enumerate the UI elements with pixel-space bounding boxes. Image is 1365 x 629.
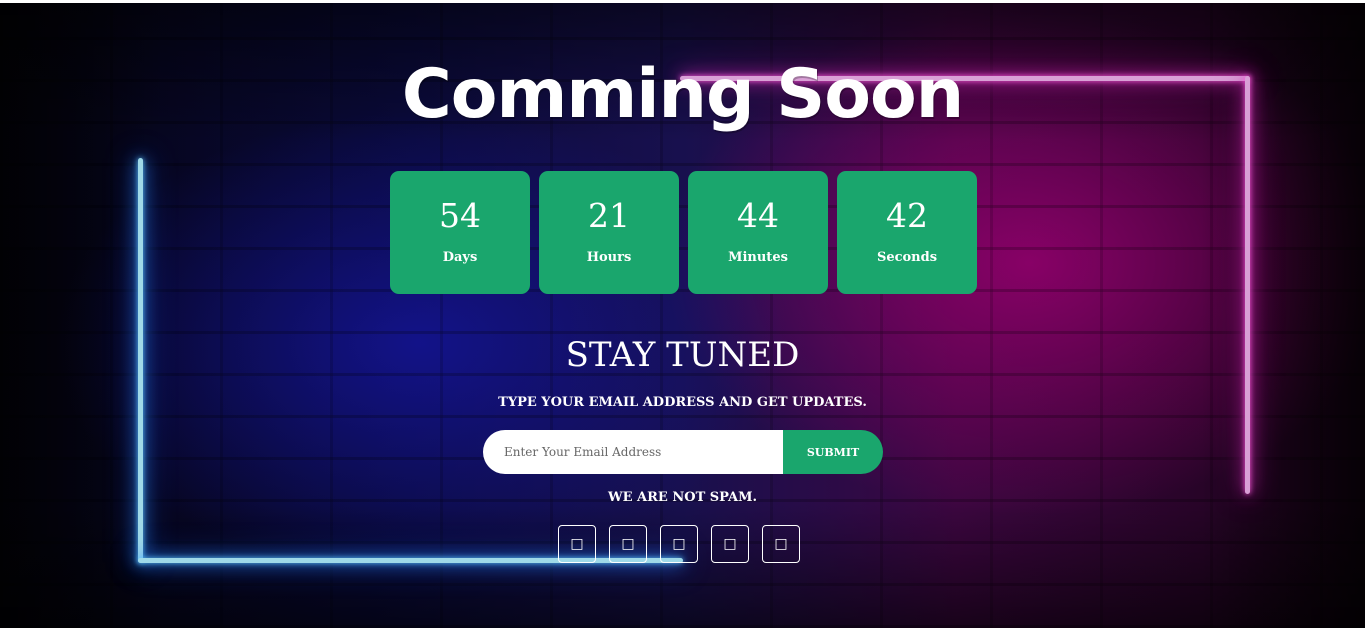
countdown-seconds: 42 Seconds — [837, 171, 977, 294]
social-icon-3[interactable]: □ — [660, 525, 698, 563]
countdown-days-label: Days — [442, 250, 478, 265]
social-icon-2[interactable]: □ — [609, 525, 647, 563]
countdown-minutes-label: Minutes — [728, 250, 788, 265]
social-icon-1[interactable]: □ — [558, 525, 596, 563]
submit-button[interactable]: SUBMIT — [783, 430, 883, 474]
page-title: Comming Soon — [401, 55, 964, 134]
social-links: □ □ □ □ □ — [558, 525, 800, 563]
no-spam-note: WE ARE NOT SPAM. — [608, 490, 757, 505]
countdown-hours-value: 21 — [588, 196, 630, 235]
neon-frame-pink-vertical — [1245, 76, 1250, 494]
email-input[interactable] — [483, 430, 783, 474]
hero-background: Comming Soon 54 Days 21 Hours 44 Minutes… — [0, 3, 1365, 628]
countdown-minutes-value: 44 — [737, 196, 779, 235]
countdown-days: 54 Days — [390, 171, 530, 294]
countdown-minutes: 44 Minutes — [688, 171, 828, 294]
newsletter-subheading: TYPE YOUR EMAIL ADDRESS AND GET UPDATES. — [498, 395, 867, 410]
countdown-seconds-label: Seconds — [876, 250, 938, 265]
countdown-timer: 54 Days 21 Hours 44 Minutes 42 Seconds — [390, 171, 977, 294]
countdown-hours-label: Hours — [586, 250, 632, 265]
countdown-hours: 21 Hours — [539, 171, 679, 294]
countdown-days-value: 54 — [439, 196, 481, 235]
social-icon-4[interactable]: □ — [711, 525, 749, 563]
subscribe-form: SUBMIT — [483, 430, 883, 474]
social-icon-5[interactable]: □ — [762, 525, 800, 563]
newsletter-heading: STAY TUNED — [565, 335, 800, 375]
countdown-seconds-value: 42 — [886, 196, 928, 235]
